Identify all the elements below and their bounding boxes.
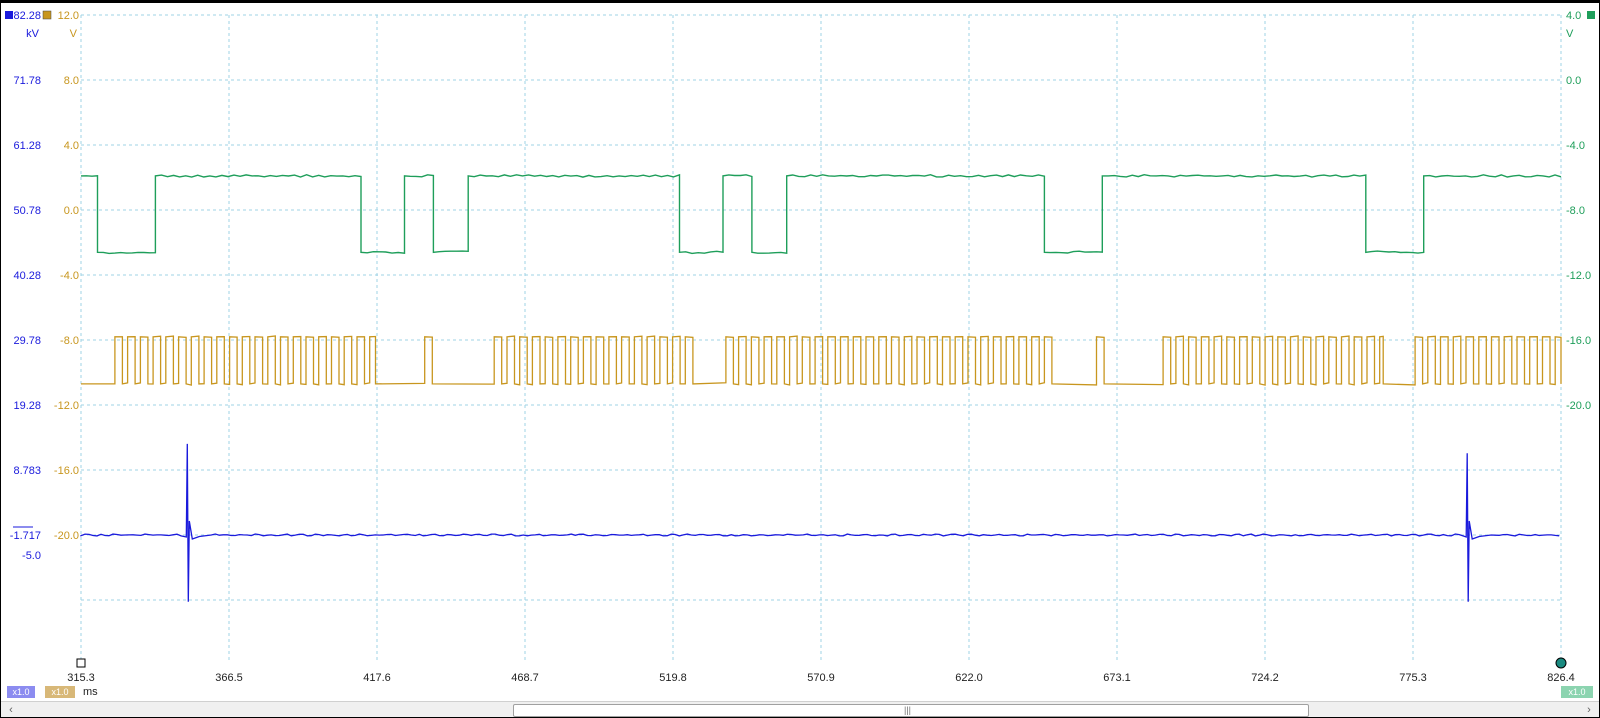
green-tick-label: 4.0 <box>1566 10 1581 22</box>
blue-trace <box>80 443 1560 602</box>
green-channel-marker-icon <box>1587 11 1595 19</box>
grid <box>80 14 1562 663</box>
blue-axis-unit: kV <box>26 28 40 40</box>
gold-tick-label: -4.0 <box>60 270 79 282</box>
gold-tick-label: 4.0 <box>64 140 79 152</box>
blue-tick-label: 50.78 <box>13 205 41 217</box>
green-axis-unit: V <box>1566 28 1574 40</box>
blue-tick-label: 29.78 <box>13 335 41 347</box>
x-axis-unit: ms <box>83 686 98 698</box>
scroll-right-arrow-icon[interactable]: › <box>1581 703 1597 717</box>
green-tick-label: -20.0 <box>1566 400 1591 412</box>
blue-channel-scale-chip[interactable]: x1.0 <box>7 686 35 698</box>
gold-tick-label: 8.0 <box>64 75 79 87</box>
gold-tick-label: 12.0 <box>58 10 79 22</box>
gold-tick-label: -12.0 <box>54 400 79 412</box>
horizontal-scrollbar[interactable]: ‹ ||| › <box>1 701 1599 717</box>
blue-tick-label: 40.28 <box>13 270 41 282</box>
x-axis: 315.3 366.5 417.6 468.7 519.8 570.9 622.0 673.1… <box>67 672 1575 684</box>
blue-tick-label: 61.28 <box>13 140 41 152</box>
x-tick-label: 519.8 <box>659 672 687 684</box>
blue-tick-label: 19.28 <box>13 400 41 412</box>
x-tick-label: 724.2 <box>1251 672 1279 684</box>
gold-tick-label: -8.0 <box>60 335 79 347</box>
x-tick-label: 315.3 <box>67 672 95 684</box>
x-tick-label: 366.5 <box>215 672 243 684</box>
gold-channel-scale-chip[interactable]: x1.0 <box>45 686 75 698</box>
x-tick-label: 673.1 <box>1103 672 1131 684</box>
channel-scale-strip <box>1 685 1599 699</box>
blue-tick-label: 8.783 <box>13 465 41 477</box>
green-channel-scale-chip[interactable]: x1.0 <box>1561 686 1593 698</box>
blue-channel-marker-icon <box>5 11 13 19</box>
gold-channel-marker-icon <box>42 10 52 20</box>
blue-tick-label: 71.78 <box>13 75 41 87</box>
right-green-axis: 4.0 0.0 -4.0 -8.0 -12.0 -16.0 -20.0 V <box>1566 10 1595 412</box>
end-cursor-marker[interactable] <box>1555 657 1567 669</box>
scope-window: 82.28 71.78 61.28 50.78 40.28 29.78 19.28 8.783… <box>0 0 1600 718</box>
oscilloscope-chart[interactable]: 82.28 71.78 61.28 50.78 40.28 29.78 19.28 8.783… <box>1 1 1599 685</box>
x-tick-label: 775.3 <box>1399 672 1427 684</box>
green-tick-label: -8.0 <box>1566 205 1585 217</box>
gold-axis-unit: V <box>70 28 78 40</box>
scroll-thumb[interactable]: ||| <box>513 704 1309 717</box>
gold-tick-label: -20.0 <box>54 530 79 542</box>
blue-offset-label: -5.0 <box>22 550 41 562</box>
green-tick-label: -12.0 <box>1566 270 1591 282</box>
green-tick-label: 0.0 <box>1566 75 1581 87</box>
left-blue-axis: 82.28 71.78 61.28 50.78 40.28 29.78 19.28 8.783… <box>5 10 41 562</box>
x-tick-label: 622.0 <box>955 672 983 684</box>
green-tick-label: -4.0 <box>1566 140 1585 152</box>
gold-tick-label: 0.0 <box>64 205 79 217</box>
x-tick-label: 468.7 <box>511 672 539 684</box>
x-tick-label: 417.6 <box>363 672 391 684</box>
blue-tick-label: -1.717 <box>10 530 41 542</box>
left-gold-axis: 12.0 8.0 4.0 0.0 -4.0 -8.0 -12.0 -16.0 -20.0 V <box>42 10 79 542</box>
gold-tick-label: -16.0 <box>54 465 79 477</box>
scroll-left-arrow-icon[interactable]: ‹ <box>3 703 19 717</box>
x-tick-label: 826.4 <box>1547 672 1575 684</box>
start-cursor-marker[interactable] <box>76 658 86 668</box>
x-tick-label: 570.9 <box>807 672 835 684</box>
green-tick-label: -16.0 <box>1566 335 1591 347</box>
grip-icon: ||| <box>904 705 912 715</box>
blue-tick-label: 82.28 <box>13 10 41 22</box>
